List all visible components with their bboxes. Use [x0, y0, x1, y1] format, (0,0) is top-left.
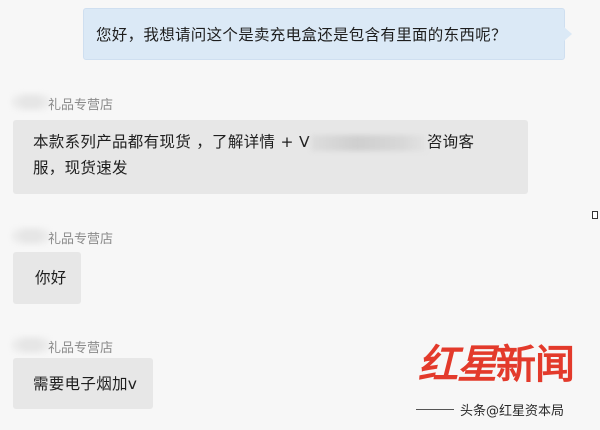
- message-text: 服，现货速发: [33, 159, 128, 177]
- watermark-subtitle: 头条@红星资本局: [460, 404, 565, 419]
- message-text: 你好: [35, 269, 67, 287]
- avatar[interactable]: [10, 335, 52, 355]
- message-text: 需要电子烟加v: [33, 375, 138, 393]
- sender-name: 礼品专营店: [48, 98, 114, 113]
- scroll-marker: [592, 211, 598, 219]
- message-text: 咨询客: [426, 133, 475, 151]
- outgoing-message: 您好，我想请问这个是卖充电盒还是包含有里面的东西呢？: [83, 8, 572, 60]
- incoming-message: 你好: [13, 252, 81, 304]
- watermark-logo: 红星新闻: [418, 340, 588, 392]
- sender-name: 礼品专营店: [48, 232, 114, 247]
- incoming-message: 需要电子烟加v: [13, 358, 153, 409]
- redacted-contact: [310, 134, 426, 151]
- watermark-title-part1: 红星: [418, 341, 497, 388]
- avatar[interactable]: [10, 92, 52, 112]
- avatar[interactable]: [10, 226, 52, 246]
- message-text: 本款系列产品都有现货 ，了解详情 + V: [33, 133, 310, 151]
- message-text: 您好，我想请问这个是卖充电盒还是包含有里面的东西呢？: [96, 26, 507, 44]
- watermark-divider: [416, 409, 454, 410]
- chat-window: 您好，我想请问这个是卖充电盒还是包含有里面的东西呢？ 礼品专营店 本款系列产品都…: [0, 0, 600, 430]
- watermark-title-part2: 新闻: [496, 341, 575, 388]
- incoming-message: 本款系列产品都有现货 ，了解详情 + V 咨询客 服，现货速发: [13, 120, 528, 194]
- sender-name: 礼品专营店: [48, 341, 114, 356]
